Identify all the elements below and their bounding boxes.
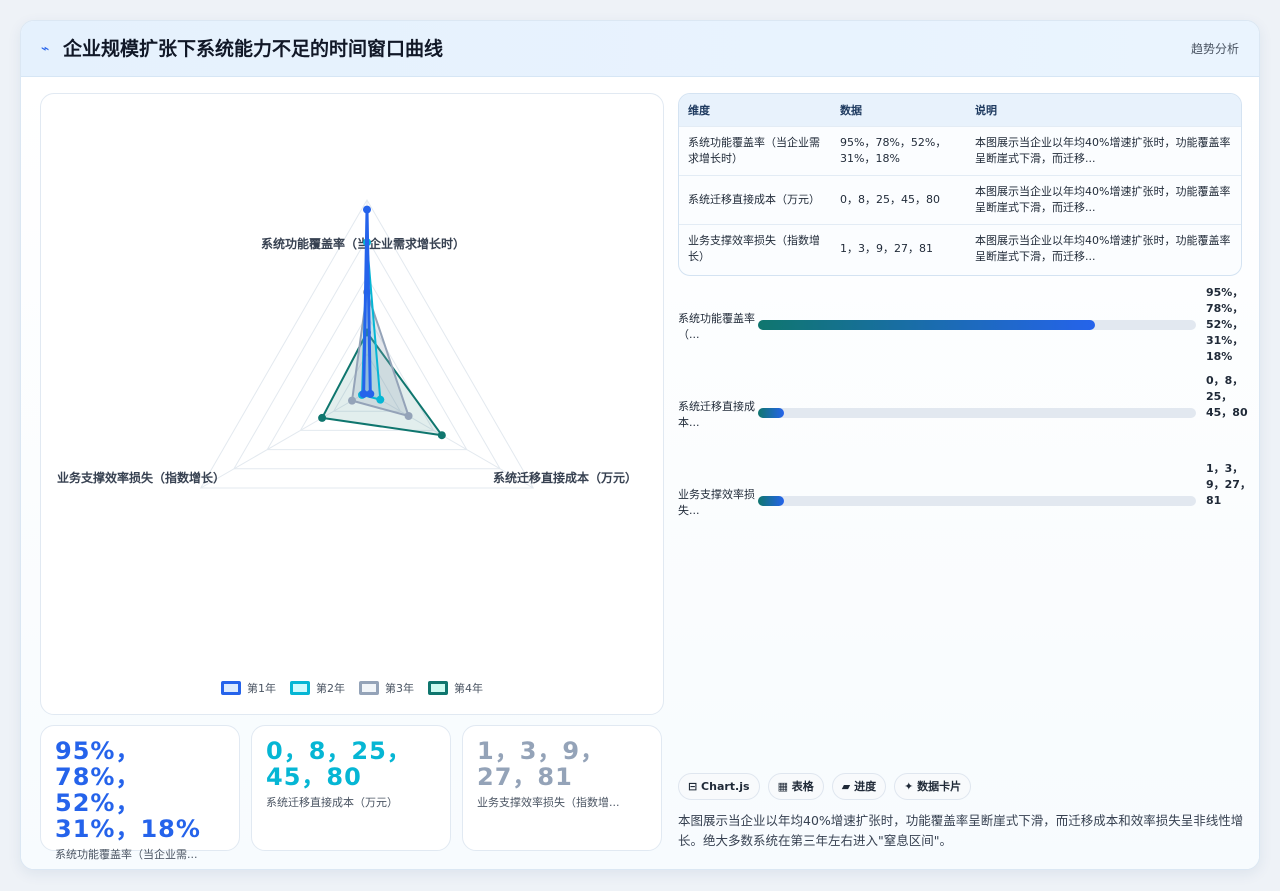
- data-table: 维度 数据 说明 系统功能覆盖率（当企业需求增长时） 95%，78%，52%，3…: [678, 93, 1242, 276]
- pulse-icon: ⌁: [41, 41, 50, 57]
- legend-item[interactable]: 第4年: [428, 678, 483, 698]
- table-row[interactable]: 系统功能覆盖率（当企业需求增长时） 95%，78%，52%，31%，18% 本图…: [679, 125, 1241, 175]
- table-cell: 业务支撑效率损失（指数增长）: [679, 223, 831, 273]
- table-header-row: 维度 数据 说明: [679, 94, 1241, 126]
- radar-data-point: [348, 396, 357, 405]
- progress-fill: [758, 320, 1096, 330]
- progress-value: 1，3，9，27，81: [1206, 462, 1251, 507]
- progress-fill: [758, 496, 785, 506]
- progress-label: 业务支撑效率损失...: [678, 488, 755, 517]
- dashboard-card: ⌁ 企业规模扩张下系统能力不足的时间窗口曲线 趋势分析 系统功能覆盖率（当企业需…: [20, 20, 1260, 870]
- kpi-value: 95%，78%，52%，31%，18%: [55, 737, 201, 843]
- table-cell: 本图展示当企业以年均40%增速扩张时，功能覆盖率呈断崖式下滑，而迁移...: [966, 125, 1241, 175]
- header-bar: ⌁ 企业规模扩张下系统能力不足的时间窗口曲线 趋势分析: [21, 21, 1259, 77]
- legend-label: 第2年: [316, 682, 345, 695]
- progress-value: 95%，78%，52%，31%，18%: [1206, 286, 1244, 363]
- summary-text: 本图展示当企业以年均40%增速扩张时，功能覆盖率呈断崖式下滑，而迁移成本和效率损…: [678, 813, 1244, 848]
- legend-label: 第3年: [385, 682, 414, 695]
- legend-item[interactable]: 第3年: [359, 678, 414, 698]
- table-row[interactable]: 系统迁移直接成本（万元） 0，8，25，45，80 本图展示当企业以年均40%增…: [679, 174, 1241, 224]
- radar-data-point: [363, 205, 371, 214]
- trend-analysis-tag[interactable]: 趋势分析: [1191, 40, 1239, 58]
- legend-swatch: [221, 681, 241, 695]
- chip-data-cards[interactable]: ✦ 数据卡片: [894, 773, 972, 800]
- legend-item[interactable]: 第1年: [221, 678, 276, 698]
- table-cell: 0，8，25，45，80: [831, 174, 966, 224]
- progress-value: 0，8，25，45，80: [1206, 374, 1248, 419]
- table-cell: 本图展示当企业以年均40%增速扩张时，功能覆盖率呈断崖式下滑，而迁移...: [966, 223, 1241, 273]
- kpi-label: 业务支撑效率损失（指数增...: [477, 796, 620, 809]
- radar-chart-panel: 系统功能覆盖率（当企业需求增长时） 系统迁移直接成本（万元） 业务支撑效率损失（指数…: [40, 93, 664, 715]
- progress-track: [758, 496, 1196, 506]
- radar-data-point: [437, 431, 446, 440]
- progress-list: 系统功能覆盖率（... 95%，78%，52%，31%，18% 系统迁移直接成本…: [678, 285, 1258, 555]
- kpi-card-migration-cost: 0，8，25，45，80 系统迁移直接成本（万元）: [251, 725, 451, 851]
- table-row[interactable]: 业务支撑效率损失（指数增长） 1，3，9，27，81 本图展示当企业以年均40%…: [679, 223, 1241, 273]
- legend-label: 第1年: [247, 682, 276, 695]
- kpi-value: 1，3，9，27，81: [477, 737, 606, 791]
- page-title: 企业规模扩张下系统能力不足的时间窗口曲线: [63, 38, 444, 60]
- radar-data-point: [404, 412, 413, 420]
- kpi-label: 系统功能覆盖率（当企业需...: [55, 848, 198, 861]
- column-header: 数据: [840, 103, 862, 117]
- kpi-label: 系统迁移直接成本（万元）: [266, 796, 398, 809]
- legend-swatch: [290, 681, 310, 695]
- table-cell: 系统迁移直接成本（万元）: [679, 174, 831, 224]
- legend-item[interactable]: 第2年: [290, 678, 345, 698]
- table-cell: 本图展示当企业以年均40%增速扩张时，功能覆盖率呈断崖式下滑，而迁移...: [966, 174, 1241, 224]
- radar-axis-label: 业务支撑效率损失（指数增长）: [57, 470, 225, 485]
- legend-label: 第4年: [454, 682, 483, 695]
- radar-data-point: [359, 389, 368, 398]
- radar-axis-label: 系统功能覆盖率（当企业需求增长时）: [261, 236, 465, 251]
- kpi-value: 0，8，25，45，80: [266, 737, 412, 791]
- column-header: 说明: [975, 103, 997, 117]
- radar-axis-label: 系统迁移直接成本（万元）: [493, 470, 637, 485]
- chip-progress[interactable]: ▰ 进度: [831, 773, 887, 800]
- table-cell: 95%，78%，52%，31%，18%: [831, 125, 966, 175]
- progress-track: [758, 408, 1196, 418]
- progress-track: [758, 320, 1196, 330]
- kpi-card-efficiency-loss: 1，3，9，27，81 业务支撑效率损失（指数增...: [462, 725, 662, 851]
- chip-table[interactable]: ▦ 表格: [767, 773, 824, 800]
- progress-fill: [758, 408, 785, 418]
- radar-data-point: [318, 413, 327, 422]
- chart-legend: 第1年 第2年 第3年 第4年: [41, 678, 663, 698]
- radar-data-point: [376, 395, 385, 404]
- kpi-card-coverage: 95%，78%，52%，31%，18% 系统功能覆盖率（当企业需...: [40, 725, 240, 861]
- legend-swatch: [359, 681, 379, 695]
- chip-chartjs[interactable]: ⊟ Chart.js: [678, 773, 760, 800]
- radar-chart: 系统功能覆盖率（当企业需求增长时） 系统迁移直接成本（万元） 业务支撑效率损失（指数…: [57, 199, 637, 489]
- table-cell: 系统功能覆盖率（当企业需求增长时）: [679, 125, 831, 175]
- legend-swatch: [428, 681, 448, 695]
- view-switcher: ⊟ Chart.js ▦ 表格 ▰ 进度 ✦ 数据卡片: [678, 773, 972, 800]
- progress-label: 系统迁移直接成本...: [678, 400, 755, 429]
- column-header: 维度: [688, 103, 710, 117]
- progress-label: 系统功能覆盖率（...: [678, 312, 755, 341]
- table-cell: 1，3，9，27，81: [831, 223, 966, 273]
